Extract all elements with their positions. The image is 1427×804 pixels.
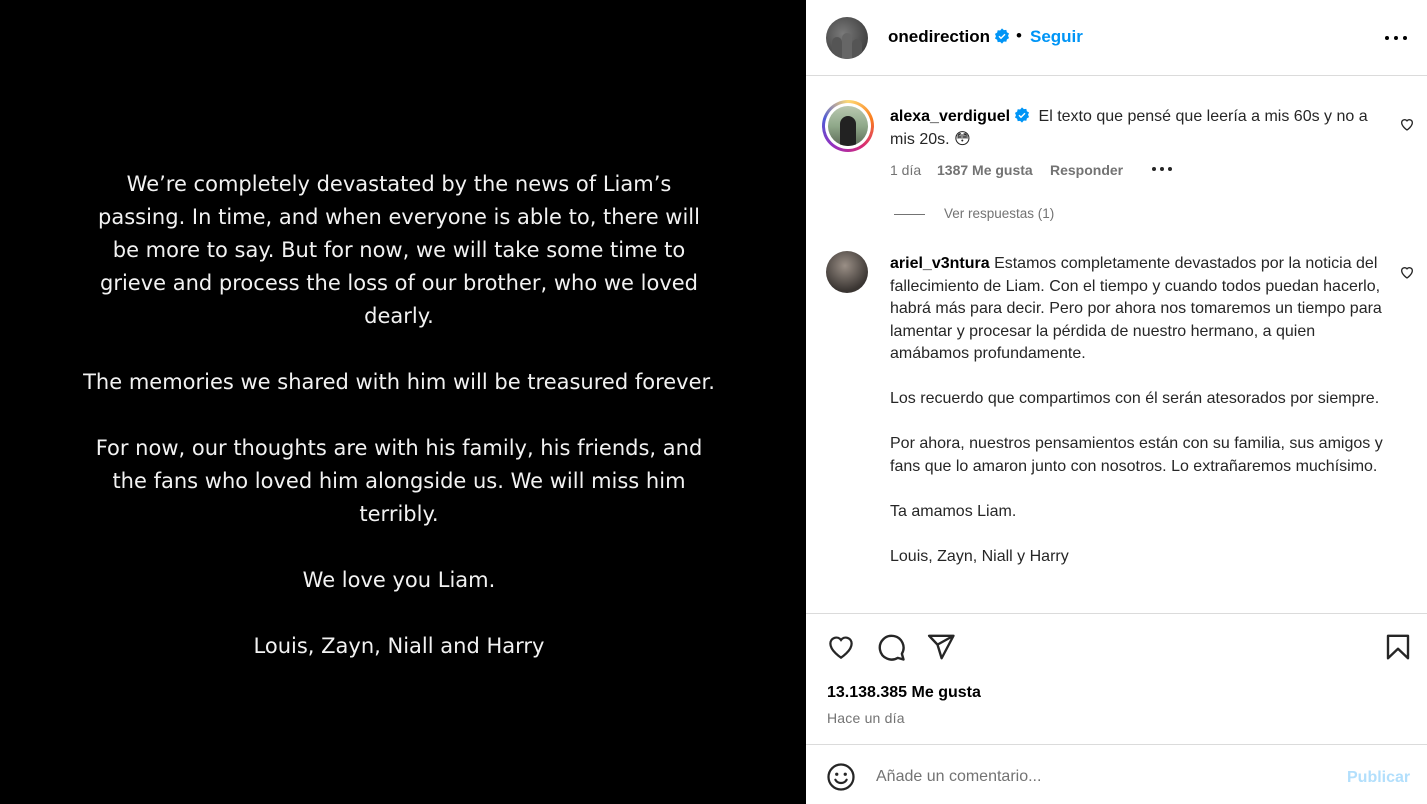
comment-username[interactable]: alexa_verdiguel <box>890 108 1010 125</box>
verified-badge-icon <box>994 28 1010 44</box>
view-replies-button[interactable]: Ver respuestas (1) <box>944 206 1054 221</box>
comment-username[interactable]: ariel_v3ntura <box>890 255 990 272</box>
header-separator-dot: • <box>1016 26 1022 45</box>
statement-paragraph-1: We’re completely devastated by the news … <box>98 172 700 328</box>
post-sidebar: onedirection • Seguir alexa_verdiguel El… <box>806 0 1427 804</box>
header-username[interactable]: onedirection <box>888 27 990 46</box>
add-comment-bar: Publicar <box>806 744 1427 804</box>
comment-icon[interactable] <box>876 632 906 662</box>
statement-text: We’re completely devastated by the news … <box>0 168 798 663</box>
statement-paragraph-2: The memories we shared with him will be … <box>83 370 715 394</box>
comment-avatar-story-ring[interactable] <box>822 100 874 152</box>
comment-avatar[interactable] <box>826 251 868 293</box>
heart-icon[interactable] <box>826 632 856 662</box>
post-header: onedirection • Seguir <box>806 0 1427 76</box>
save-icon[interactable] <box>1383 632 1413 662</box>
comment-like-heart-icon[interactable] <box>1399 116 1415 132</box>
comment-avatar <box>828 106 868 146</box>
emoji-icon[interactable] <box>826 762 856 792</box>
comment-text: Por ahora, nuestros pensamientos están c… <box>890 435 1383 475</box>
follow-button[interactable]: Seguir <box>1030 27 1083 47</box>
comment-text: Los recuerdo que compartimos con él será… <box>890 390 1380 407</box>
more-options-icon[interactable] <box>1381 27 1411 49</box>
comment-body: ariel_v3ntura Estamos completamente deva… <box>890 253 1386 568</box>
comment-text: Louis, Zayn, Niall y Harry <box>890 547 1069 565</box>
replies-line <box>894 214 925 215</box>
comment-time[interactable]: 1 día <box>890 162 921 178</box>
comment-like-heart-icon[interactable] <box>1399 264 1415 280</box>
profile-avatar[interactable] <box>826 17 868 59</box>
comments-list[interactable]: alexa_verdiguel El texto que pensé que l… <box>806 77 1427 613</box>
verified-badge-icon <box>1015 107 1030 123</box>
comment-input[interactable] <box>876 761 1336 793</box>
reply-button[interactable]: Responder <box>1050 162 1123 178</box>
share-icon[interactable] <box>926 632 956 662</box>
comment-more-icon[interactable] <box>1150 161 1174 177</box>
comment-text: Ta amamos Liam. <box>890 502 1017 520</box>
post-actions: 13.138.385 Me gusta Hace un día <box>806 613 1427 744</box>
header-username-wrap: onedirection <box>888 27 1010 47</box>
comment-body: alexa_verdiguel El texto que pensé que l… <box>890 106 1386 151</box>
comment-likes[interactable]: 1387 Me gusta <box>937 162 1033 178</box>
statement-paragraph-4: We love you Liam. <box>302 568 496 592</box>
statement-paragraph-3: For now, our thoughts are with his famil… <box>95 436 703 526</box>
post-image[interactable]: We’re completely devastated by the news … <box>0 0 806 804</box>
publish-button[interactable]: Publicar <box>1347 769 1410 787</box>
likes-count[interactable]: 13.138.385 Me gusta <box>827 684 981 702</box>
post-time[interactable]: Hace un día <box>827 710 905 726</box>
statement-paragraph-5: Louis, Zayn, Niall and Harry <box>253 634 545 658</box>
